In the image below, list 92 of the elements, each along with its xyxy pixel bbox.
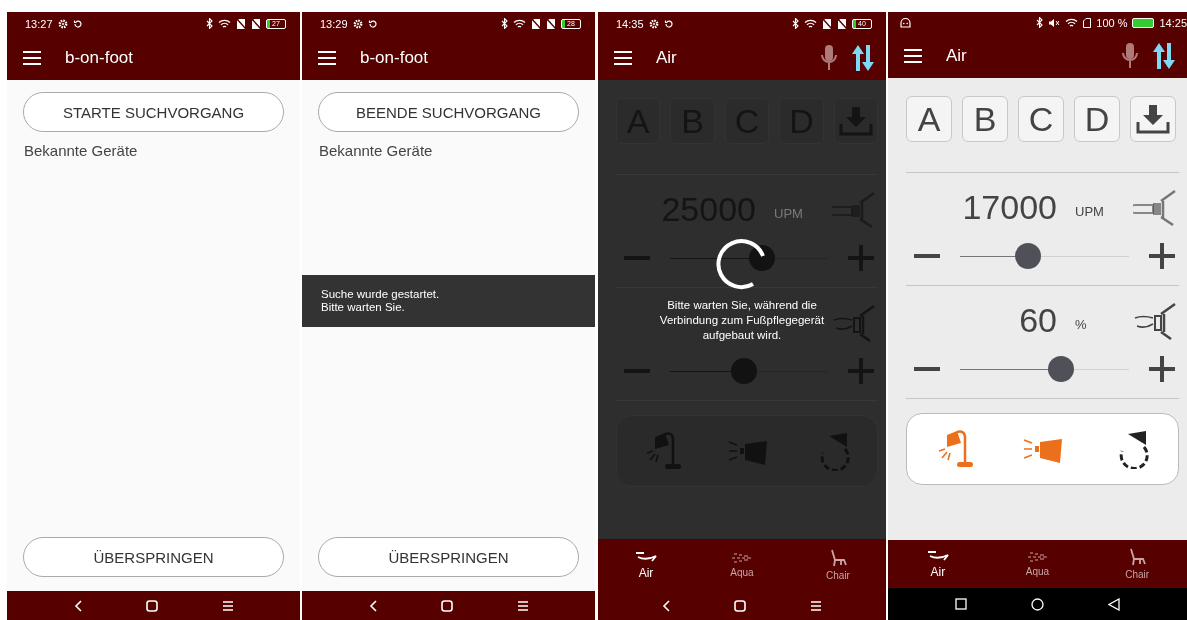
download-icon bbox=[1136, 104, 1170, 134]
scan-button[interactable]: BEENDE SUCHVORGANG bbox=[318, 92, 579, 132]
preset-button[interactable]: A bbox=[906, 96, 952, 142]
swap-arrows-icon[interactable] bbox=[1153, 41, 1175, 70]
no-sim-icon bbox=[837, 18, 847, 29]
nav-tab[interactable]: Aqua bbox=[987, 540, 1088, 588]
android-icon bbox=[900, 17, 911, 28]
plus-icon[interactable] bbox=[1149, 356, 1175, 382]
preset-button[interactable]: B bbox=[962, 96, 1008, 142]
battery-percent: 100 % bbox=[1096, 16, 1128, 29]
sync-icon bbox=[663, 18, 674, 29]
app-title: b-on-foot bbox=[360, 47, 430, 68]
app-title: Air bbox=[946, 45, 968, 66]
preset-button[interactable]: C bbox=[1018, 96, 1064, 142]
slider-thumb[interactable] bbox=[1014, 243, 1041, 269]
settings-icon bbox=[648, 18, 659, 29]
recents-icon[interactable] bbox=[221, 599, 234, 612]
unit-label: % bbox=[1075, 317, 1087, 332]
settings-icon bbox=[352, 18, 363, 29]
app-title: Air bbox=[656, 47, 678, 68]
air-stream-icon bbox=[926, 549, 949, 562]
no-sim-icon bbox=[546, 18, 556, 29]
unit-label: UPM bbox=[774, 206, 803, 221]
sync-icon bbox=[367, 18, 378, 29]
microphone-icon[interactable] bbox=[1121, 42, 1139, 69]
menu-icon[interactable] bbox=[614, 50, 632, 65]
recents-icon[interactable] bbox=[516, 599, 529, 612]
swap-arrows-icon[interactable] bbox=[852, 43, 874, 72]
muted-speaker-icon bbox=[1048, 17, 1061, 28]
skip-button[interactable]: ÜBERSPRINGEN bbox=[318, 537, 579, 577]
list-heading: Bekannte Geräte bbox=[319, 142, 434, 159]
home-circle-icon[interactable] bbox=[1031, 597, 1044, 611]
no-sim-icon bbox=[236, 18, 246, 29]
recents-square-icon[interactable] bbox=[955, 598, 967, 610]
nav-tab[interactable]: Chair bbox=[1087, 540, 1187, 588]
no-sim-icon bbox=[531, 18, 541, 29]
menu-icon[interactable] bbox=[904, 48, 922, 63]
preset-button[interactable]: D bbox=[1074, 96, 1120, 142]
menu-icon[interactable] bbox=[318, 50, 336, 65]
handpiece-icon bbox=[1133, 189, 1177, 227]
skip-button[interactable]: ÜBERSPRINGEN bbox=[23, 537, 284, 577]
nav-tab[interactable]: Chair bbox=[790, 539, 886, 591]
home-square-icon[interactable] bbox=[145, 599, 158, 612]
value-reading: 60 bbox=[1019, 300, 1057, 340]
menu-icon[interactable] bbox=[23, 50, 41, 65]
recents-icon[interactable] bbox=[810, 599, 822, 612]
air-stream-icon bbox=[635, 550, 657, 563]
no-sim-icon bbox=[251, 18, 261, 29]
app-title: b-on-foot bbox=[65, 47, 135, 68]
slider-thumb[interactable] bbox=[748, 245, 775, 271]
status-time: 14:35 bbox=[616, 17, 644, 30]
back-icon[interactable] bbox=[662, 599, 670, 612]
bluetooth-icon bbox=[206, 18, 213, 29]
nav-tab[interactable]: Aqua bbox=[694, 539, 790, 591]
scan-button[interactable]: STARTE SUCHVORGANG bbox=[23, 92, 284, 132]
spray-handpiece-icon bbox=[1133, 302, 1177, 340]
bluetooth-icon bbox=[501, 18, 508, 29]
wifi-icon bbox=[513, 18, 526, 29]
wifi-icon bbox=[1065, 17, 1079, 28]
sim-card-icon bbox=[1083, 17, 1092, 28]
plus-icon[interactable] bbox=[1149, 243, 1175, 269]
wifi-icon bbox=[218, 18, 231, 29]
bluetooth-icon bbox=[792, 18, 799, 29]
water-spray-icon bbox=[731, 552, 753, 564]
status-time: 13:29 bbox=[320, 17, 348, 30]
list-heading: Bekannte Geräte bbox=[24, 142, 139, 159]
microphone-icon[interactable] bbox=[820, 44, 838, 71]
sync-icon bbox=[72, 18, 83, 29]
home-square-icon[interactable] bbox=[734, 599, 746, 612]
back-icon[interactable] bbox=[73, 599, 82, 612]
back-icon[interactable] bbox=[368, 599, 377, 612]
battery-icon bbox=[1132, 17, 1155, 28]
nav-tab[interactable]: Air bbox=[888, 540, 988, 588]
chair-icon bbox=[1128, 548, 1147, 566]
slider-thumb[interactable] bbox=[1048, 356, 1075, 382]
toast-message: Suche wurde gestartet. Bitte warten Sie. bbox=[302, 275, 595, 327]
back-triangle-icon[interactable] bbox=[1108, 597, 1120, 611]
bluetooth-icon bbox=[1036, 17, 1044, 28]
value-reading: 17000 bbox=[962, 187, 1057, 227]
spray-handpiece-icon bbox=[832, 304, 876, 342]
status-time: 14:25 bbox=[1159, 16, 1187, 29]
settings-icon bbox=[57, 18, 68, 29]
no-sim-icon bbox=[822, 18, 832, 29]
nav-tab[interactable]: Air bbox=[598, 539, 694, 591]
loading-message: Bitte warten Sie, während die Verbindung zum Fußpflegegerät aufgebaut wird. bbox=[658, 298, 826, 343]
water-spray-icon bbox=[1026, 551, 1049, 563]
chair-icon bbox=[829, 549, 847, 567]
unit-label: UPM bbox=[1075, 204, 1104, 219]
status-time: 13:27 bbox=[25, 17, 53, 30]
slider-thumb[interactable] bbox=[731, 358, 758, 384]
wifi-icon bbox=[804, 18, 817, 29]
home-square-icon[interactable] bbox=[440, 599, 453, 612]
